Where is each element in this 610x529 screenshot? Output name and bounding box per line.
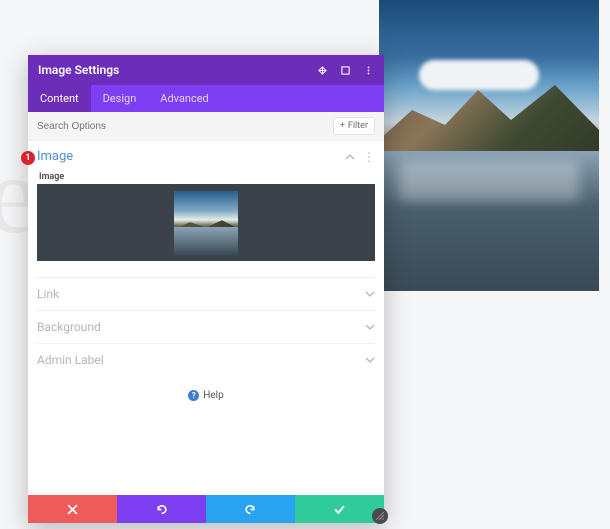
search-row: + Filter <box>28 112 384 141</box>
resize-handle[interactable] <box>372 508 388 524</box>
section-background-header[interactable]: Background <box>37 311 375 343</box>
kebab-icon[interactable] <box>363 65 374 76</box>
snap-icon[interactable] <box>317 65 328 76</box>
help-label: Help <box>203 390 223 401</box>
page-hero-image <box>379 0 599 291</box>
save-button[interactable] <box>295 495 384 523</box>
section-admin-label-header[interactable]: Admin Label <box>37 344 375 376</box>
help-link[interactable]: ? Help <box>37 376 375 415</box>
chevron-down-icon <box>365 289 375 299</box>
undo-icon <box>155 503 168 516</box>
undo-button[interactable] <box>117 495 206 523</box>
redo-button[interactable] <box>206 495 295 523</box>
cancel-button[interactable] <box>28 495 117 523</box>
section-link-header[interactable]: Link <box>37 278 375 310</box>
section-background-title: Background <box>37 320 101 334</box>
step-badge: 1 <box>21 151 35 165</box>
check-icon <box>333 503 346 516</box>
image-field-label: Image <box>37 170 375 184</box>
section-image-title: Image <box>37 149 73 164</box>
modal-titlebar: Image Settings <box>28 55 384 85</box>
chevron-up-icon <box>345 152 355 162</box>
section-kebab-icon[interactable]: ⋮ <box>363 151 375 163</box>
section-admin-label-title: Admin Label <box>37 353 104 367</box>
image-settings-modal: Image Settings Content Design Advanced +… <box>28 55 384 523</box>
modal-footer <box>28 495 384 523</box>
chevron-down-icon <box>365 355 375 365</box>
chevron-down-icon <box>365 322 375 332</box>
redo-icon <box>244 503 257 516</box>
help-icon: ? <box>188 390 199 401</box>
image-thumbnail <box>174 191 238 255</box>
close-icon <box>67 504 78 515</box>
plus-icon: + <box>340 121 345 131</box>
search-input[interactable] <box>37 121 333 132</box>
tab-advanced[interactable]: Advanced <box>148 85 220 112</box>
section-image-header[interactable]: Image ⋮ <box>37 141 375 170</box>
tab-design[interactable]: Design <box>91 85 149 112</box>
modal-tabs: Content Design Advanced <box>28 85 384 112</box>
image-upload-well[interactable] <box>37 184 375 261</box>
tab-content[interactable]: Content <box>28 85 91 112</box>
modal-title: Image Settings <box>38 63 119 77</box>
titlebar-actions <box>317 65 374 76</box>
section-link-title: Link <box>37 287 59 301</box>
filter-label: Filter <box>348 121 368 131</box>
expand-icon[interactable] <box>340 65 351 76</box>
modal-content-area: Image ⋮ Image Link Background <box>28 141 384 495</box>
filter-button[interactable]: + Filter <box>333 117 375 135</box>
